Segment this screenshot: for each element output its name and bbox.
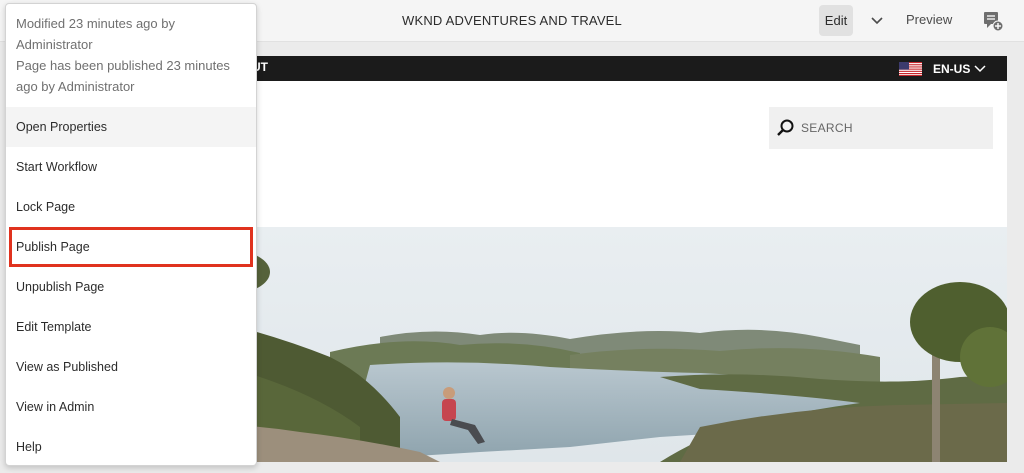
chevron-down-icon [871,17,883,25]
annotations-button[interactable] [982,10,1004,32]
us-flag-icon [899,61,922,76]
status-line: Modified 23 minutes ago by [16,16,175,31]
menu-item-unpublish-page[interactable]: Unpublish Page [6,267,256,307]
language-label: EN-US [933,61,971,76]
language-selector[interactable]: EN-US [899,60,986,77]
menu-item-view-as-published[interactable]: View as Published [6,347,256,387]
menu-items: Open Properties Start Workflow Lock Page… [6,107,256,465]
edit-mode-button[interactable]: Edit [819,5,853,36]
chevron-down-icon [974,64,986,72]
menu-item-view-in-admin[interactable]: View in Admin [6,387,256,427]
annotation-add-icon [984,12,1004,32]
status-line: ago by Administrator [16,79,135,94]
mode-dropdown-button[interactable] [866,8,888,32]
status-line: Administrator [16,37,93,52]
preview-button[interactable]: Preview [906,12,952,27]
page-information-menu: Modified 23 minutes ago by Administrator… [5,3,257,466]
search-placeholder: SEARCH [801,121,853,135]
menu-item-publish-page[interactable]: Publish Page [9,227,253,267]
status-line: Page has been published 23 minutes [16,58,230,73]
menu-item-lock-page[interactable]: Lock Page [6,187,256,227]
menu-item-edit-template[interactable]: Edit Template [6,307,256,347]
menu-item-help[interactable]: Help [6,427,256,465]
menu-item-open-properties[interactable]: Open Properties [6,107,256,147]
menu-item-start-workflow[interactable]: Start Workflow [6,147,256,187]
page-status-info: Modified 23 minutes ago by Administrator… [16,13,248,97]
search-icon [777,119,794,136]
search-field[interactable]: SEARCH [769,107,993,149]
